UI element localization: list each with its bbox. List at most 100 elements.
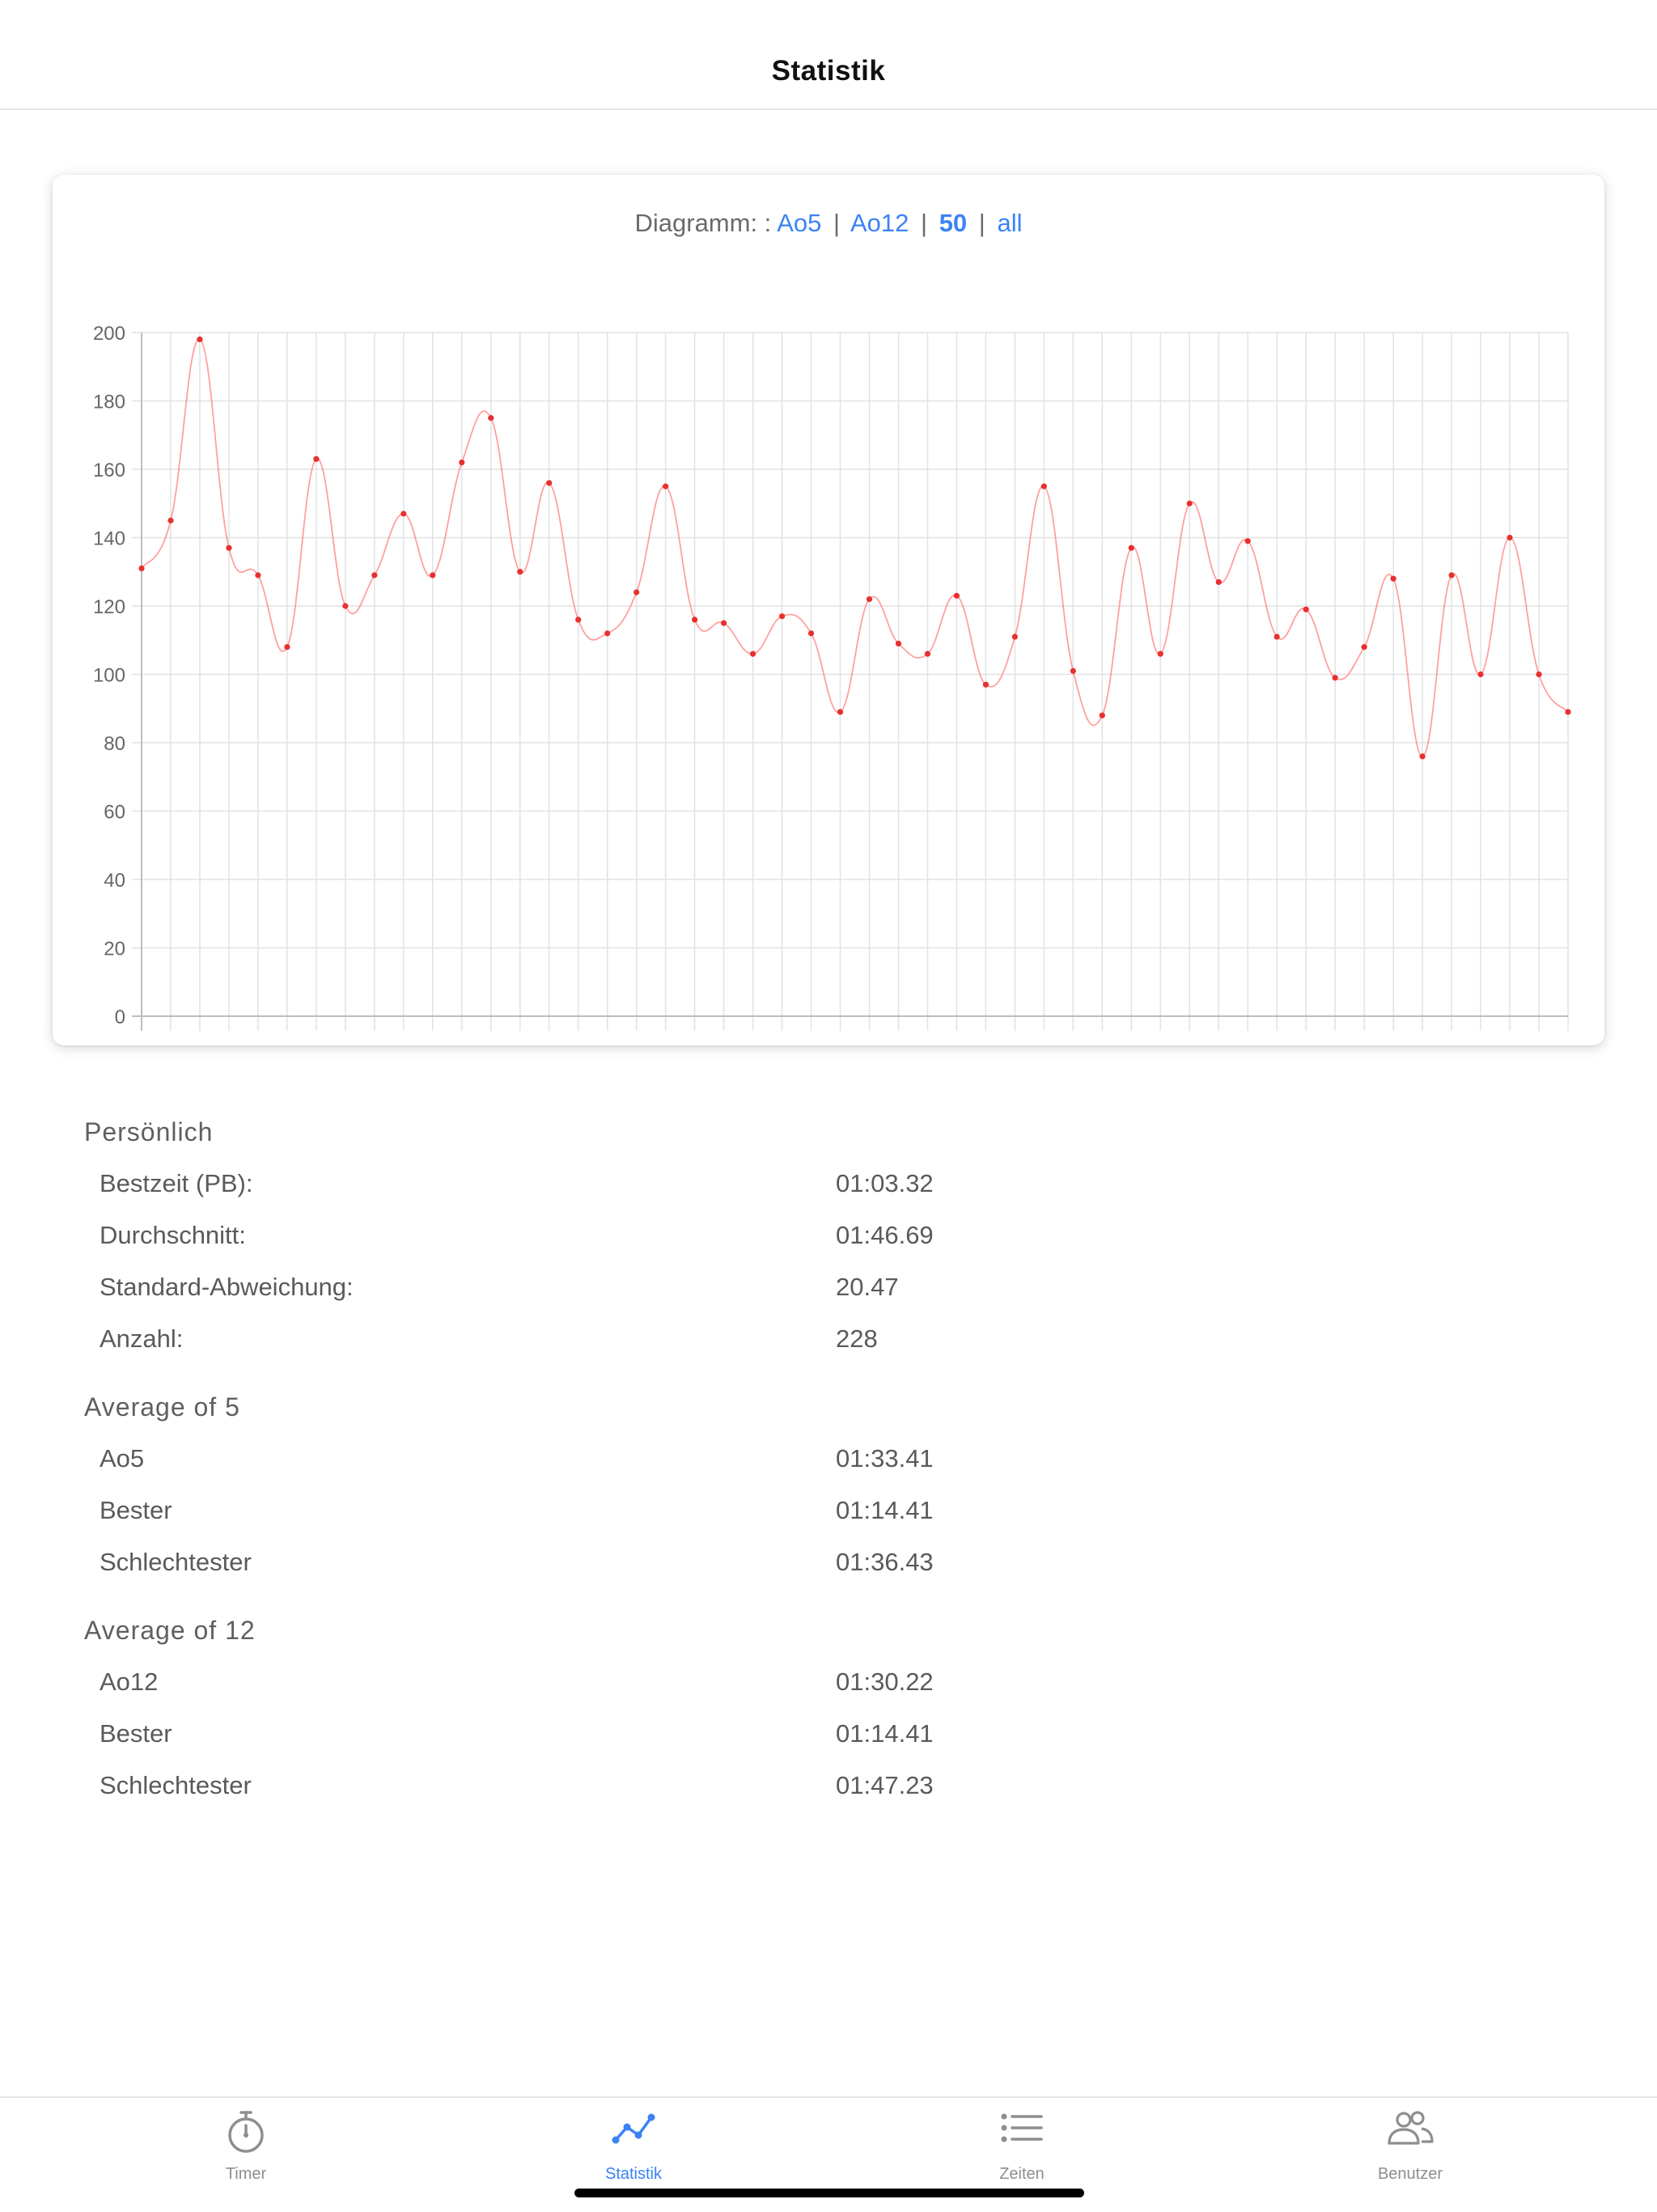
data-point: [982, 681, 990, 688]
stat-value-ao12-worst: 01:47.23: [836, 1771, 934, 1799]
y-tick-label: 160: [93, 460, 125, 481]
data-point: [284, 644, 290, 650]
stat-label-ao12-best: Bester: [100, 1719, 172, 1748]
stat-value-ao12-current: 01:30.22: [836, 1667, 934, 1696]
stat-label-best-time: Bestzeit (PB):: [100, 1169, 253, 1197]
data-point: [1332, 675, 1338, 681]
data-point: [1536, 671, 1542, 678]
y-tick-label: 140: [93, 528, 125, 550]
data-point: [1215, 578, 1222, 586]
data-point: [197, 336, 203, 343]
section-title-personal: Persönlich: [84, 1117, 214, 1146]
solve-times-chart: 0 20 40 60 80 100 120 140 160 180 200: [93, 323, 1571, 1031]
data-point: [895, 640, 902, 647]
y-tick-label: 180: [93, 392, 125, 413]
stat-value-mean: 01:46.69: [836, 1221, 934, 1249]
section-title-ao5: Average of 5: [84, 1392, 240, 1422]
stat-value-ao12-best: 01:14.41: [836, 1719, 934, 1748]
stat-label-ao5-worst: Schlechtester: [100, 1548, 252, 1576]
data-point: [1448, 572, 1455, 578]
data-point: [634, 589, 640, 595]
data-point: [1390, 575, 1396, 582]
tab-statistik[interactable]: Statistik: [512, 2098, 755, 2187]
data-point: [575, 617, 582, 623]
data-point: [342, 603, 349, 609]
data-point: [138, 565, 145, 572]
list-icon: [1001, 2113, 1043, 2142]
data-point: [371, 572, 378, 578]
data-point: [1273, 634, 1280, 640]
diagram-option-50[interactable]: 50: [939, 209, 967, 237]
stat-label-mean: Durchschnitt:: [100, 1221, 246, 1249]
diagram-label: Diagramm: :: [634, 209, 772, 237]
y-tick-label: 40: [104, 870, 125, 892]
data-point: [749, 650, 756, 657]
data-point: [807, 630, 815, 637]
series-line: [141, 338, 1569, 757]
separator: |: [978, 209, 985, 237]
data-point: [488, 415, 494, 422]
diagram-option-all[interactable]: all: [997, 209, 1022, 237]
stat-label-count: Anzahl:: [100, 1324, 184, 1353]
diagram-option-ao5[interactable]: Ao5: [777, 209, 821, 237]
separator: |: [921, 209, 928, 237]
data-point: [1128, 545, 1134, 551]
y-tick-label: 200: [93, 323, 125, 345]
section-title-ao12: Average of 12: [84, 1616, 256, 1645]
y-tick-label: 0: [115, 1006, 125, 1028]
data-point: [924, 650, 931, 657]
stat-label-ao5-best: Bester: [100, 1496, 172, 1524]
line-chart-icon: [612, 2113, 655, 2144]
data-point: [430, 572, 436, 578]
data-point: [1244, 538, 1251, 545]
stat-label-ao5-current: Ao5: [100, 1444, 145, 1473]
tab-zeiten[interactable]: Zeiten: [901, 2098, 1143, 2187]
data-point: [1303, 606, 1309, 612]
diagram-option-ao12[interactable]: Ao12: [850, 209, 909, 237]
data-point: [1507, 534, 1513, 541]
stat-value-ao5-best: 01:14.41: [836, 1496, 934, 1524]
stat-value-ao5-current: 01:33.41: [836, 1444, 934, 1473]
tab-label-benutzer: Benutzer: [1377, 2165, 1443, 2183]
separator: |: [833, 209, 841, 237]
tab-label-zeiten: Zeiten: [999, 2165, 1045, 2183]
data-point: [692, 617, 698, 623]
data-point: [313, 456, 320, 462]
data-point: [1477, 671, 1484, 678]
tab-benutzer[interactable]: Benutzer: [1289, 2098, 1532, 2187]
data-point: [953, 592, 960, 599]
home-indicator: [574, 2189, 1084, 2197]
data-point: [837, 709, 844, 715]
stopwatch-icon: [228, 2111, 264, 2153]
data-point: [1070, 667, 1076, 674]
data-point: [778, 613, 786, 620]
tab-label-statistik: Statistik: [604, 2165, 663, 2183]
data-point: [1011, 634, 1018, 640]
data-point: [459, 459, 465, 466]
statistics-card: Diagramm: : Ao5 | Ao12 | 50 | all 0 20 40 6…: [53, 175, 1604, 1799]
stat-value-best-time: 01:03.32: [836, 1169, 934, 1197]
tab-label-timer: Timer: [225, 2165, 267, 2183]
data-point: [1186, 500, 1193, 506]
data-point: [663, 483, 669, 489]
data-point: [1099, 712, 1105, 718]
y-tick-label: 20: [104, 939, 125, 960]
y-tick-label: 120: [93, 596, 125, 618]
data-point: [1419, 753, 1426, 760]
tab-timer[interactable]: Timer: [125, 2098, 367, 2187]
users-icon: [1388, 2111, 1434, 2145]
stat-value-ao5-worst: 01:36.43: [836, 1548, 934, 1576]
data-point: [517, 569, 523, 575]
data-point: [1565, 709, 1571, 715]
stat-value-count: 228: [836, 1324, 878, 1353]
stat-value-std-dev: 20.47: [836, 1273, 899, 1301]
data-point: [226, 545, 232, 551]
y-tick-label: 80: [104, 733, 125, 755]
stat-label-ao12-current: Ao12: [100, 1667, 159, 1696]
y-tick-label: 100: [93, 665, 125, 687]
data-point: [604, 630, 611, 637]
app-header: Statistik: [0, 0, 1657, 110]
data-point: [866, 595, 873, 603]
data-point: [1361, 644, 1367, 650]
data-point: [720, 620, 727, 626]
